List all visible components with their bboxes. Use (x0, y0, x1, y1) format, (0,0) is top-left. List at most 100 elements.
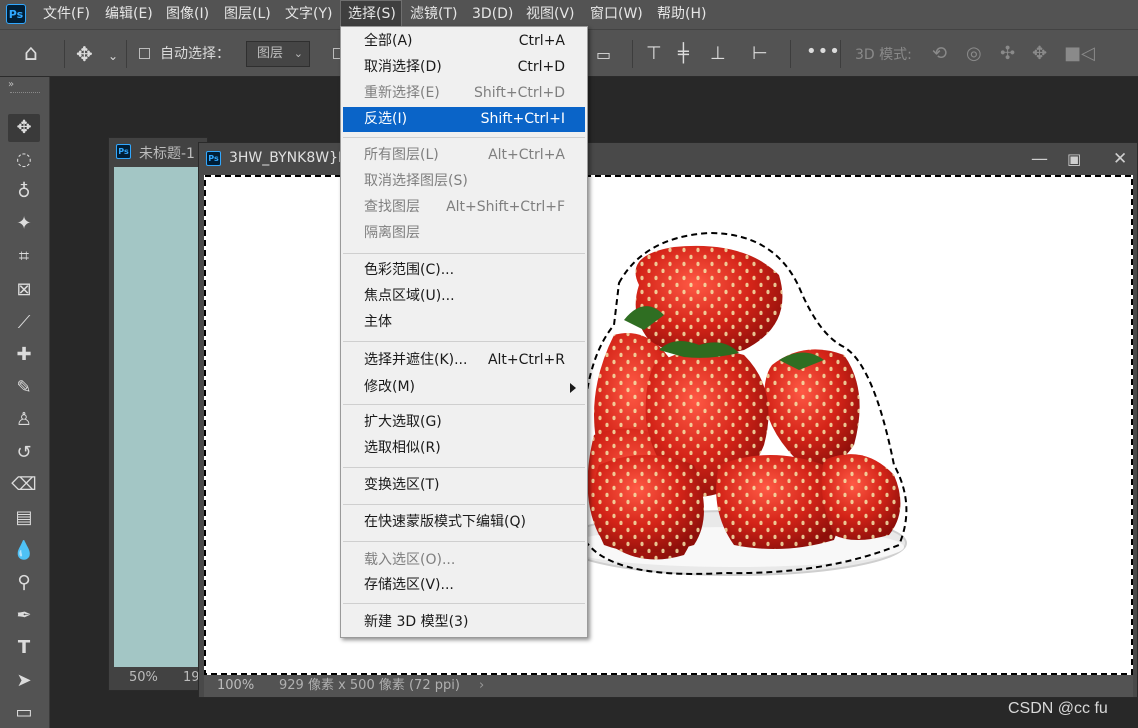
menu-divider (343, 137, 585, 138)
menu-divider (343, 253, 585, 254)
select-menu-dropdown: 全部(A) Ctrl+A 取消选择(D) Ctrl+D 重新选择(E) Shift+C… (340, 26, 588, 638)
menu-divider (343, 603, 585, 604)
menu-help[interactable]: 帮助(H) (650, 0, 713, 29)
menu-item-select-and-mask[interactable]: 选择并遮住(K)... Alt+Ctrl+R (343, 348, 585, 373)
slide-3d-icon[interactable]: ✥ (1032, 44, 1047, 64)
watermark: CSDN @cc fu (1008, 700, 1108, 717)
align-left-icon[interactable]: ⊢ (752, 44, 768, 64)
menu-item-reselect: 重新选择(E) Shift+Ctrl+D (364, 85, 565, 101)
menu-divider (343, 504, 585, 505)
home-icon[interactable]: ⌂ (24, 43, 38, 65)
minimize-icon[interactable]: — (1031, 143, 1048, 175)
zoom-level[interactable]: 100% (217, 675, 254, 697)
panel-grip[interactable] (10, 92, 40, 95)
menu-item-deselect[interactable]: 取消选择(D) Ctrl+D (343, 55, 585, 80)
roll-3d-icon[interactable]: ◎ (966, 44, 982, 64)
menu-item-save-selection[interactable]: 存储选区(V)... (343, 573, 585, 598)
menu-item-subject[interactable]: 主体 (343, 310, 585, 335)
divider (840, 40, 841, 68)
document-tab-title[interactable]: 3HW_BYNK8W}R (229, 150, 348, 166)
blur-tool-icon[interactable]: 💧 (8, 537, 40, 565)
menu-item-grow[interactable]: 扩大选取(G) (343, 410, 585, 435)
document-window-strawberry[interactable]: Ps 3HW_BYNK8W}R — ▣ ✕ 100% 929 像素 x 500 … (198, 142, 1138, 698)
document-canvas[interactable] (114, 167, 204, 667)
layer-select-dropdown[interactable]: 图层 ⌄ (246, 41, 310, 67)
menu-layer[interactable]: 图层(L) (217, 0, 278, 29)
clone-stamp-tool-icon[interactable]: ♙ (8, 406, 40, 434)
scale-3d-icon[interactable]: ■◁ (1064, 44, 1095, 64)
menu-item-transform-selection[interactable]: 变换选区(T) (343, 473, 585, 498)
menu-item-quick-mask[interactable]: 在快速蒙版模式下编辑(Q) (343, 510, 585, 535)
close-icon[interactable]: ✕ (1113, 143, 1127, 175)
move-tool-icon[interactable]: ✥ (76, 44, 93, 64)
lasso-tool-icon[interactable]: ♁ (8, 178, 40, 206)
menu-item-deselect-layers: 取消选择图层(S) (364, 173, 468, 189)
brush-tool-icon[interactable]: ✎ (8, 374, 40, 402)
menu-view[interactable]: 视图(V) (519, 0, 582, 29)
menu-type[interactable]: 文字(Y) (278, 0, 339, 29)
eraser-tool-icon[interactable]: ⌫ (8, 471, 40, 499)
maximize-icon[interactable]: ▣ (1067, 143, 1081, 175)
crop-tool-icon[interactable]: ⌗ (8, 243, 40, 271)
rectangle-tool-icon[interactable]: ▭ (8, 699, 40, 727)
menu-edit[interactable]: 编辑(E) (98, 0, 160, 29)
menu-file[interactable]: 文件(F) (36, 0, 97, 29)
document-tab-title[interactable]: 未标题-1 (139, 143, 195, 163)
auto-select-label: 自动选择： (160, 46, 230, 62)
align-top-icon[interactable]: ⊤ (646, 44, 662, 64)
chevron-down-icon[interactable]: ⌄ (108, 46, 118, 66)
divider (790, 40, 791, 68)
menu-item-focus-area[interactable]: 焦点区域(U)... (343, 284, 585, 309)
submenu-arrow-icon (570, 383, 576, 393)
menu-item-select-all[interactable]: 全部(A) Ctrl+A (343, 29, 585, 54)
menu-window[interactable]: 窗口(W) (583, 0, 650, 29)
ps-document-icon: Ps (206, 151, 221, 166)
drag-3d-icon[interactable]: ✣ (1000, 44, 1015, 64)
align-bottom-icon[interactable]: ⊥ (710, 44, 726, 64)
menu-item-color-range[interactable]: 色彩范围(C)... (343, 258, 585, 283)
marquee-tool-icon[interactable]: ◌ (8, 146, 40, 174)
menu-item-modify[interactable]: 修改(M) (343, 375, 585, 400)
eyedropper-tool-icon[interactable]: ⟋ (8, 309, 40, 337)
menu-divider (343, 341, 585, 342)
menu-item-find-layers: 查找图层 Alt+Shift+Ctrl+F (364, 199, 565, 215)
menu-item-load-selection: 载入选区(O)... (364, 552, 456, 568)
chevron-right-icon[interactable]: › (479, 675, 484, 697)
menu-select[interactable]: 选择(S) (340, 0, 402, 29)
pen-tool-icon[interactable]: ✒ (8, 602, 40, 630)
menu-3d[interactable]: 3D(D) (465, 0, 520, 29)
photoshop-logo-icon: Ps (6, 4, 26, 24)
3d-mode-label: 3D 模式: (855, 47, 912, 63)
history-brush-tool-icon[interactable]: ↺ (8, 439, 40, 467)
menu-item-new-3d-model[interactable]: 新建 3D 模型(3) (343, 610, 585, 635)
zoom-level[interactable]: 50% (129, 667, 158, 689)
align-vertical-center-icon[interactable]: ╪ (678, 44, 689, 64)
menu-filter[interactable]: 滤镜(T) (403, 0, 464, 29)
orbit-3d-icon[interactable]: ⟲ (932, 44, 947, 64)
menu-item-inverse[interactable]: 反选(I) Shift+Ctrl+I (343, 107, 585, 132)
chevron-down-icon: ⌄ (293, 47, 303, 60)
ps-document-icon: Ps (116, 144, 131, 159)
dodge-tool-icon[interactable]: ⚲ (8, 569, 40, 597)
type-tool-icon[interactable]: T (8, 634, 40, 662)
document-window-untitled[interactable]: Ps 未标题-1 50% 19 (108, 137, 208, 691)
frame-tool-icon[interactable]: ⊠ (8, 276, 40, 304)
gradient-tool-icon[interactable]: ▤ (8, 504, 40, 532)
strawberries (587, 245, 901, 560)
layer-select-value: 图层 (257, 46, 284, 61)
path-selection-tool-icon[interactable]: ➤ (8, 667, 40, 695)
more-options-icon[interactable]: ••• (806, 42, 841, 62)
align-icon[interactable]: ▭ (596, 45, 611, 65)
document-info: 929 像素 x 500 像素 (72 ppi) (279, 678, 460, 693)
auto-select-checkbox[interactable] (139, 48, 150, 59)
healing-brush-tool-icon[interactable]: ✚ (8, 341, 40, 369)
menu-bar: Ps 文件(F) 编辑(E) 图像(I) 图层(L) 文字(Y) 选择(S) 滤… (0, 0, 1138, 29)
magic-wand-tool-icon[interactable]: ✦ (8, 210, 40, 238)
divider (632, 40, 633, 68)
move-tool-icon[interactable]: ✥ (8, 114, 40, 142)
menu-item-all-layers: 所有图层(L) Alt+Ctrl+A (364, 147, 565, 163)
menu-divider (343, 541, 585, 542)
menu-image[interactable]: 图像(I) (159, 0, 216, 29)
expand-panel-icon[interactable]: » (8, 79, 14, 90)
menu-item-similar[interactable]: 选取相似(R) (343, 436, 585, 461)
